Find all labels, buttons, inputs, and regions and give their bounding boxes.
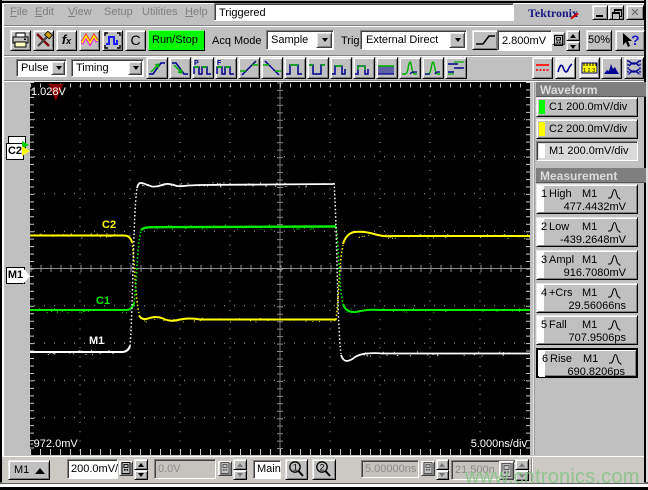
svg-text:F: F [217, 60, 222, 67]
svg-text:1 2 3: 1 2 3 [583, 68, 595, 74]
svg-text:1: 1 [293, 463, 298, 473]
svg-text:?: ? [631, 32, 640, 48]
svg-text:2: 2 [320, 463, 325, 473]
svg-text:P: P [194, 60, 199, 67]
